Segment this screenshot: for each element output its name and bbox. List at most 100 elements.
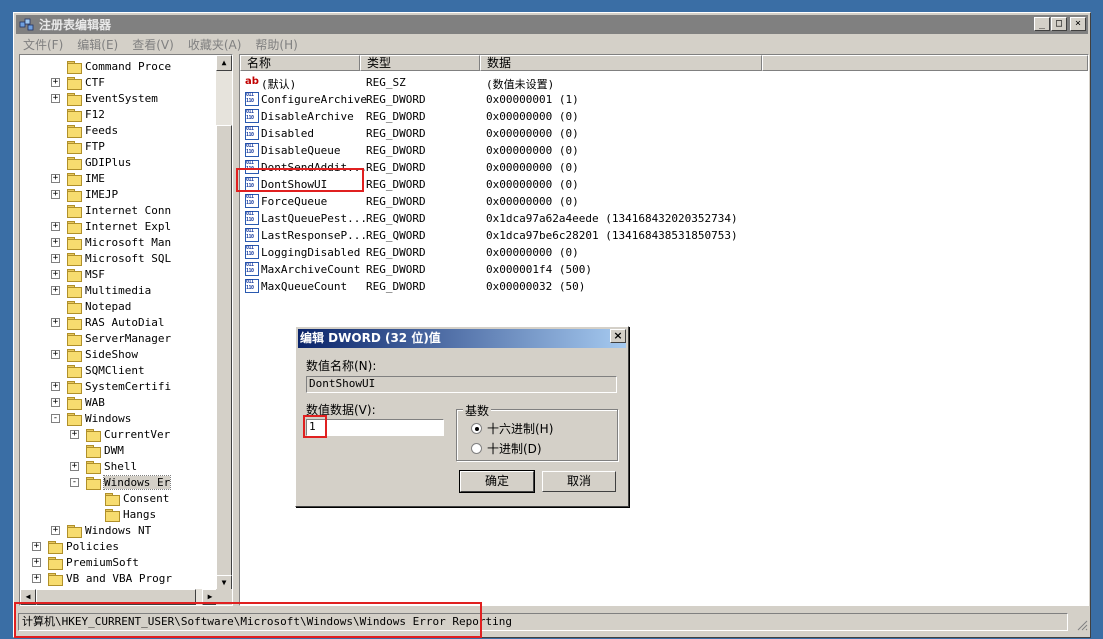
tree-node[interactable]: + Internet Expl [20, 219, 218, 235]
tree-node[interactable]: - Windows Er [20, 475, 218, 491]
value-type: REG_DWORD [366, 263, 426, 276]
maximize-button[interactable]: □ [1051, 17, 1067, 31]
folder-icon [66, 268, 82, 282]
tree-node[interactable]: F12 [20, 107, 218, 123]
value-name-label: 数值名称(N): [306, 359, 377, 373]
expand-icon[interactable]: + [51, 318, 60, 327]
tree-node[interactable]: + IMEJP [20, 187, 218, 203]
value-row[interactable]: LoggingDisabled REG_DWORD 0x00000000 (0) [240, 244, 840, 261]
folder-icon [85, 444, 101, 458]
tree-node[interactable]: + PremiumSoft [20, 555, 218, 571]
resize-grip-icon[interactable] [1076, 619, 1088, 631]
expand-icon[interactable]: + [51, 78, 60, 87]
menu-help[interactable]: 帮助(H) [248, 36, 304, 53]
expand-icon[interactable]: + [51, 398, 60, 407]
tree-node[interactable]: + WAB [20, 395, 218, 411]
value-row[interactable]: ConfigureArchiveREG_DWORD 0x00000001 (1) [240, 91, 840, 108]
minimize-button[interactable]: _ [1034, 17, 1050, 31]
dialog-close-button[interactable]: × [610, 329, 626, 343]
expand-icon[interactable]: + [32, 574, 41, 583]
tree-node[interactable]: + Windows NT [20, 523, 218, 539]
tree-node[interactable]: + RAS AutoDial [20, 315, 218, 331]
value-row[interactable]: DisableQueue REG_DWORD 0x00000000 (0) [240, 142, 840, 159]
collapse-icon[interactable]: - [51, 414, 60, 423]
menu-file[interactable]: 文件(F) [16, 36, 70, 53]
expand-icon[interactable]: + [51, 238, 60, 247]
value-data: 0x00000000 (0) [486, 110, 579, 123]
expand-icon[interactable]: + [51, 350, 60, 359]
expand-icon[interactable]: + [51, 190, 60, 199]
value-row[interactable]: LastQueuePest...REG_QWORD 0x1dca97a62a4ee… [240, 210, 840, 227]
tree-node[interactable]: + SideShow [20, 347, 218, 363]
expand-icon[interactable]: + [51, 174, 60, 183]
hex-radio-dot[interactable] [471, 423, 482, 434]
value-row[interactable]: ForceQueue REG_DWORD 0x00000000 (0) [240, 193, 840, 210]
tree-node[interactable]: Notepad [20, 299, 218, 315]
tree-node[interactable]: FTP [20, 139, 218, 155]
expand-icon[interactable]: + [51, 94, 60, 103]
tree-node[interactable]: + CurrentVer [20, 427, 218, 443]
ok-button[interactable]: 确定 [459, 470, 535, 493]
close-button[interactable]: × [1070, 17, 1086, 31]
expand-icon[interactable]: + [51, 526, 60, 535]
expand-icon[interactable]: + [51, 222, 60, 231]
expand-icon[interactable]: + [32, 542, 41, 551]
tree-node[interactable]: + SystemCertifi [20, 379, 218, 395]
title-bar[interactable]: 注册表编辑器 _ □ × [16, 15, 1088, 34]
tree-vertical-scrollbar[interactable]: ▲ ▼ [216, 55, 232, 591]
value-row[interactable]: ab (默认) REG_SZ (数值未设置) [240, 74, 840, 91]
value-data: 0x00000000 (0) [486, 127, 579, 140]
tree-node[interactable]: - Windows [20, 411, 218, 427]
tree-node[interactable]: Hangs [20, 507, 218, 523]
menu-edit[interactable]: 编辑(E) [70, 36, 125, 53]
column-name-header[interactable]: 名称 [240, 55, 360, 71]
tree-viewport[interactable]: Command Proce + CTF + EventSystem F12 Feeds FTP… [20, 55, 218, 591]
tree-node[interactable]: + CTF [20, 75, 218, 91]
tree-node[interactable]: + IME [20, 171, 218, 187]
dec-radio-dot[interactable] [471, 443, 482, 454]
expand-icon[interactable]: + [51, 382, 60, 391]
tree-node[interactable]: + EventSystem [20, 91, 218, 107]
expand-icon[interactable]: + [32, 558, 41, 567]
value-row[interactable]: DisableArchive REG_DWORD 0x00000000 (0) [240, 108, 840, 125]
tree-node[interactable]: GDIPlus [20, 155, 218, 171]
tree-node[interactable]: Consent [20, 491, 218, 507]
tree-node[interactable]: DWM [20, 443, 218, 459]
value-row[interactable]: MaxArchiveCount REG_DWORD 0x000001f4 (500) [240, 261, 840, 278]
value-row[interactable]: MaxQueueCount REG_DWORD 0x00000032 (50) [240, 278, 840, 295]
tree-node-label: SystemCertifi [85, 380, 172, 393]
tree-node[interactable]: + Microsoft SQL [20, 251, 218, 267]
expand-icon[interactable]: + [70, 430, 79, 439]
column-data-header[interactable]: 数据 [480, 55, 762, 71]
expand-icon[interactable]: + [51, 270, 60, 279]
tree-node[interactable]: SQMClient [20, 363, 218, 379]
value-row[interactable]: Disabled REG_DWORD 0x00000000 (0) [240, 125, 840, 142]
column-type-header[interactable]: 类型 [360, 55, 480, 71]
expand-icon[interactable]: + [51, 254, 60, 263]
binary-value-icon [245, 92, 259, 106]
tree-node[interactable]: + Multimedia [20, 283, 218, 299]
tree-node[interactable]: Internet Conn [20, 203, 218, 219]
tree-scroll-thumb[interactable] [216, 125, 232, 585]
tree-node[interactable]: + VB and VBA Progr [20, 571, 218, 587]
tree-node-label: DWM [104, 444, 124, 457]
tree-node[interactable]: + Policies [20, 539, 218, 555]
menu-favorites[interactable]: 收藏夹(A) [181, 36, 249, 53]
scroll-up-button[interactable]: ▲ [216, 55, 232, 71]
hex-radio[interactable]: 十六进制(H) [471, 420, 553, 437]
registry-tree[interactable]: Command Proce + CTF + EventSystem F12 Feeds FTP… [19, 54, 233, 606]
menu-view[interactable]: 查看(V) [125, 36, 181, 53]
expand-icon[interactable]: + [70, 462, 79, 471]
dialog-title-bar[interactable]: 编辑 DWORD (32 位)值 [298, 329, 626, 348]
dec-radio[interactable]: 十进制(D) [471, 440, 542, 457]
tree-node[interactable]: ServerManager [20, 331, 218, 347]
tree-node[interactable]: + MSF [20, 267, 218, 283]
tree-node[interactable]: + Shell [20, 459, 218, 475]
tree-node[interactable]: + Microsoft Man [20, 235, 218, 251]
expand-icon[interactable]: + [51, 286, 60, 295]
tree-node[interactable]: Feeds [20, 123, 218, 139]
collapse-icon[interactable]: - [70, 478, 79, 487]
value-row[interactable]: LastResponseP...REG_QWORD 0x1dca97be6c282… [240, 227, 840, 244]
cancel-button[interactable]: 取消 [542, 471, 616, 492]
tree-node[interactable]: Command Proce [20, 59, 218, 75]
